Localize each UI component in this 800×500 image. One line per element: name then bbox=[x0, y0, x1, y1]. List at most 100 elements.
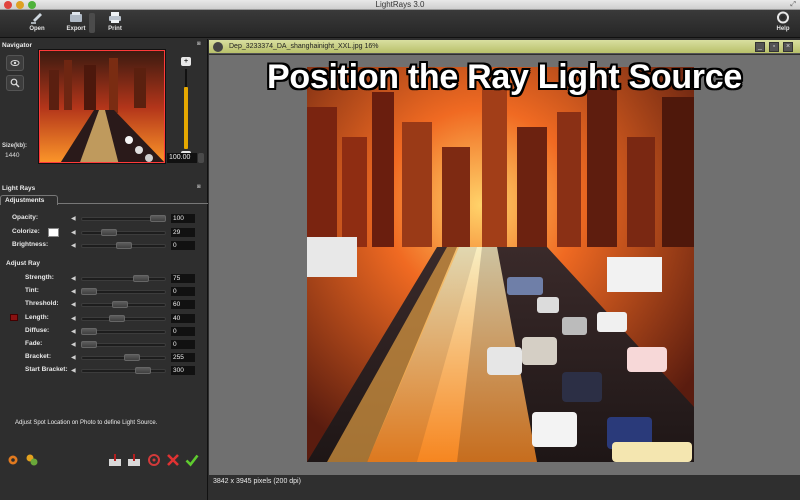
value-field[interactable]: 100 bbox=[171, 214, 195, 223]
image-info: 3842 x 3945 pixels (200 dpi) bbox=[213, 478, 301, 485]
slider-decrement-icon[interactable]: ◀ bbox=[71, 215, 76, 222]
value-field[interactable]: 0 bbox=[171, 287, 195, 297]
navigator-thumbnail[interactable] bbox=[38, 49, 166, 164]
load-preset-button[interactable] bbox=[127, 453, 141, 467]
minimize-document-button[interactable]: _ bbox=[755, 42, 765, 52]
app-window: LightRays 3.0 ⤢ Open Export Print Help N… bbox=[0, 0, 800, 500]
fullscreen-icon[interactable]: ⤢ bbox=[790, 1, 796, 9]
value-field[interactable]: 255 bbox=[171, 353, 195, 363]
maximize-document-button[interactable]: ▫ bbox=[769, 42, 779, 52]
reset-button[interactable] bbox=[147, 453, 161, 467]
slider-track[interactable] bbox=[81, 277, 166, 281]
slider-thumb[interactable] bbox=[101, 228, 117, 236]
slider-decrement-icon[interactable]: ◀ bbox=[71, 242, 76, 249]
slider[interactable]: ◀ bbox=[71, 215, 175, 222]
zoom-level-bar[interactable] bbox=[184, 87, 188, 149]
slider[interactable]: ◀ bbox=[71, 341, 175, 348]
photo[interactable] bbox=[307, 67, 694, 462]
cancel-button[interactable] bbox=[166, 453, 180, 467]
checkmark-icon bbox=[185, 454, 199, 467]
save-preset-button[interactable] bbox=[108, 453, 122, 467]
slider[interactable]: ◀ bbox=[71, 275, 175, 282]
slider-decrement-icon[interactable]: ◀ bbox=[71, 354, 76, 361]
slider-thumb[interactable] bbox=[150, 215, 166, 222]
navigator-view-frame[interactable] bbox=[39, 50, 165, 163]
slider-thumb[interactable] bbox=[81, 341, 97, 348]
slider-decrement-icon[interactable]: ◀ bbox=[71, 301, 76, 308]
colorize-swatch[interactable] bbox=[48, 227, 59, 237]
lightrays-title: Light Rays bbox=[2, 185, 36, 192]
open-button[interactable]: Open bbox=[20, 11, 54, 37]
bottom-toolbar bbox=[0, 453, 208, 469]
settings-gear-button[interactable] bbox=[6, 453, 20, 467]
slider-track[interactable] bbox=[81, 369, 166, 374]
slider-thumb[interactable] bbox=[81, 327, 97, 335]
slider-decrement-icon[interactable]: ◀ bbox=[71, 315, 76, 322]
slider-decrement-icon[interactable]: ◀ bbox=[71, 341, 76, 348]
zoom-in-button[interactable]: + bbox=[181, 57, 191, 66]
slider-decrement-icon[interactable]: ◀ bbox=[71, 328, 76, 335]
slider[interactable]: ◀ bbox=[71, 242, 175, 249]
slider-thumb[interactable] bbox=[135, 367, 151, 375]
slider[interactable]: ◀ bbox=[71, 228, 175, 236]
reset-icon bbox=[148, 454, 160, 466]
pin-icon[interactable]: ◙ bbox=[197, 184, 201, 190]
help-label: Help bbox=[776, 26, 790, 32]
zoom-slider[interactable]: + − bbox=[181, 57, 193, 161]
presets-button[interactable] bbox=[25, 453, 39, 467]
open-label: Open bbox=[29, 26, 45, 32]
slider-thumb[interactable] bbox=[109, 314, 125, 322]
slider[interactable]: ◀ bbox=[71, 314, 175, 322]
value-field[interactable]: 0 bbox=[171, 241, 195, 250]
value-field[interactable]: 0 bbox=[171, 340, 195, 349]
navigator-title: Navigator bbox=[2, 42, 32, 49]
slider[interactable]: ◀ bbox=[71, 367, 175, 375]
print-label: Print bbox=[108, 26, 122, 32]
slider-thumb[interactable] bbox=[116, 242, 132, 249]
document-icon bbox=[213, 42, 223, 52]
zoom-tool-button[interactable] bbox=[6, 75, 24, 91]
slider-label: Strength: bbox=[25, 274, 54, 281]
size-value: 1440 bbox=[5, 152, 20, 159]
hand-tool-button[interactable] bbox=[6, 55, 24, 71]
slider-decrement-icon[interactable]: ◀ bbox=[71, 367, 76, 374]
left-panel: Navigator ◙ Size(kb): 1440 + 100.00 Ligh… bbox=[0, 39, 208, 500]
printer-icon bbox=[109, 12, 121, 23]
slider-decrement-icon[interactable]: ◀ bbox=[71, 288, 76, 295]
slider-decrement-icon[interactable]: ◀ bbox=[71, 275, 76, 282]
export-dropdown-icon[interactable] bbox=[89, 13, 95, 33]
slider-label: Threshold: bbox=[25, 300, 59, 308]
slider-label: Length: bbox=[25, 313, 49, 321]
slider-thumb[interactable] bbox=[124, 354, 140, 362]
zoom-stepper[interactable] bbox=[198, 153, 204, 163]
value-field[interactable]: 300 bbox=[171, 366, 195, 376]
slider[interactable]: ◀ bbox=[71, 288, 175, 296]
print-button[interactable]: Print bbox=[98, 11, 132, 37]
image-canvas[interactable]: Position the Ray Light Source bbox=[209, 55, 800, 475]
slider[interactable]: ◀ bbox=[71, 301, 175, 309]
close-document-button[interactable]: × bbox=[783, 42, 793, 52]
slider[interactable]: ◀ bbox=[71, 327, 175, 335]
ray-color-swatch[interactable] bbox=[10, 314, 18, 321]
slider-decrement-icon[interactable]: ◀ bbox=[71, 229, 76, 236]
city-night-photo bbox=[307, 67, 694, 462]
slider-label: Tint: bbox=[25, 287, 39, 295]
pin-icon[interactable]: ◙ bbox=[197, 41, 201, 47]
export-button[interactable]: Export bbox=[59, 11, 93, 37]
toolbar: Open Export Print Help bbox=[0, 10, 800, 38]
slider[interactable]: ◀ bbox=[71, 354, 175, 362]
slider-thumb[interactable] bbox=[112, 301, 128, 309]
slider-label: Colorize: bbox=[12, 227, 40, 235]
value-field[interactable]: 60 bbox=[171, 300, 195, 310]
zoom-value-field[interactable]: 100.00 bbox=[167, 153, 197, 163]
value-field[interactable]: 75 bbox=[171, 274, 195, 283]
apply-button[interactable] bbox=[185, 453, 199, 467]
slider-thumb[interactable] bbox=[133, 275, 149, 282]
value-field[interactable]: 0 bbox=[171, 326, 195, 336]
value-field[interactable]: 29 bbox=[171, 227, 195, 237]
tab-adjustments[interactable]: Adjustments bbox=[0, 195, 58, 205]
value-field[interactable]: 40 bbox=[171, 313, 195, 323]
slider-thumb[interactable] bbox=[81, 288, 97, 296]
slider-track[interactable] bbox=[81, 230, 166, 235]
help-button[interactable]: Help bbox=[766, 11, 800, 37]
